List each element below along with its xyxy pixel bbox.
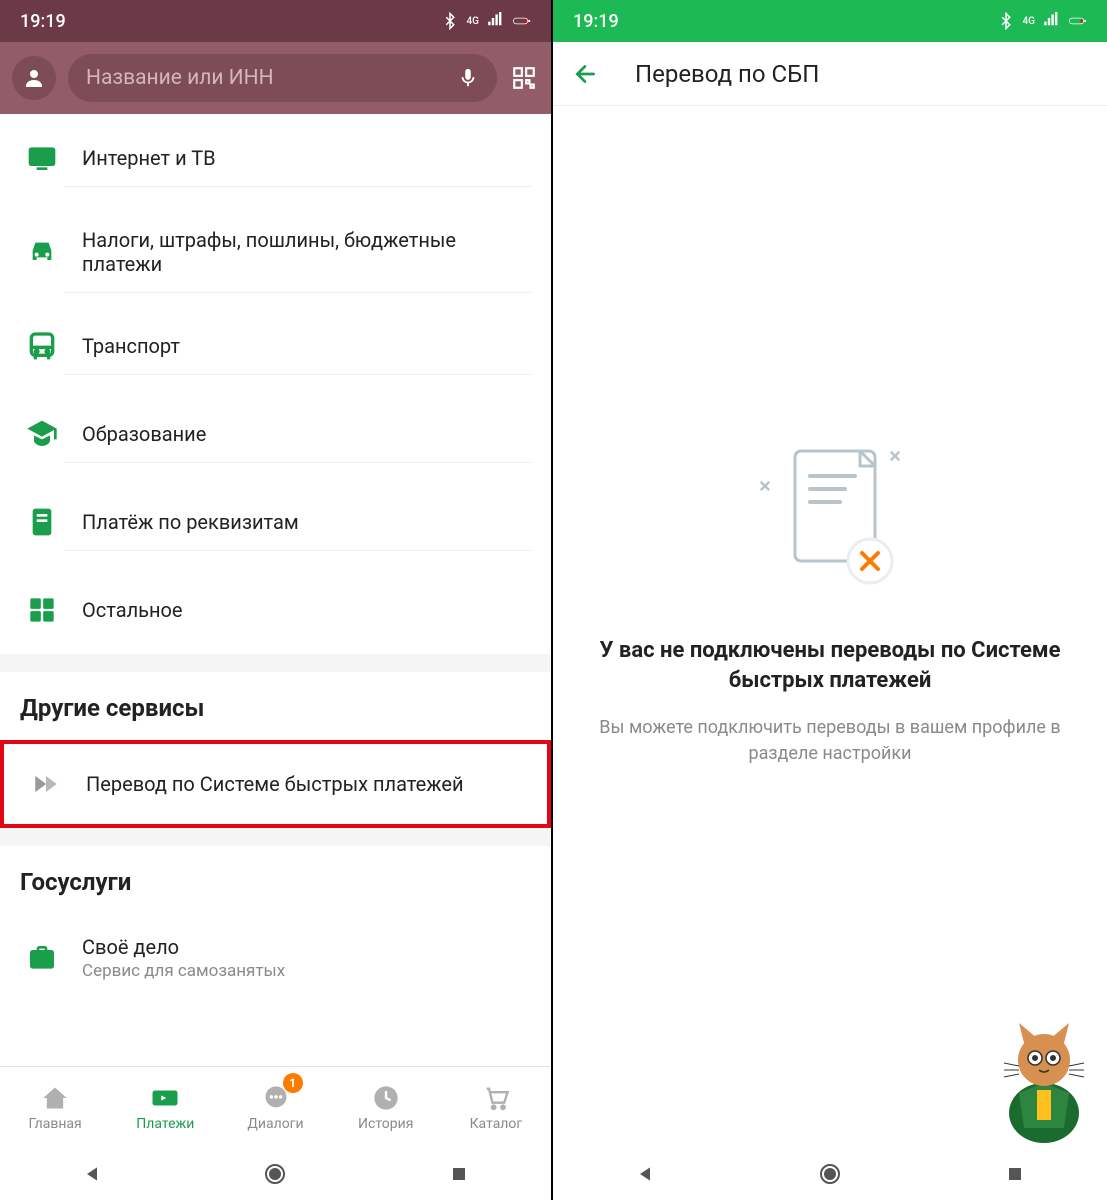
grid-icon [28, 596, 56, 624]
system-recent[interactable] [434, 1165, 484, 1183]
phone-screen-sbp: 19:19 4G Перевод по СБП [553, 0, 1107, 1200]
category-label: Остальное [64, 582, 531, 638]
status-icons: 4G [441, 12, 532, 30]
content-area: Интернет и ТВ Налоги, штрафы, пошлины, б… [0, 114, 551, 1200]
sbp-transfer-item[interactable]: Перевод по Системе быстрых платежей [0, 740, 551, 828]
badge-count: 1 [283, 1073, 303, 1093]
system-back[interactable] [67, 1164, 117, 1184]
nav-label: Платежи [136, 1116, 194, 1132]
back-button[interactable] [573, 61, 599, 87]
nav-label: Каталог [470, 1116, 523, 1132]
nav-label: История [358, 1116, 413, 1132]
page-header: Перевод по СБП [553, 42, 1107, 106]
category-internet-tv[interactable]: Интернет и ТВ [0, 114, 551, 202]
section-gosuslugi: Госуслуги [0, 846, 551, 914]
signal-icon [487, 12, 505, 30]
category-list: Интернет и ТВ Налоги, штрафы, пошлины, б… [0, 114, 551, 654]
page-title: Перевод по СБП [635, 60, 819, 88]
category-education[interactable]: Образование [0, 390, 551, 478]
status-time: 19:19 [573, 11, 619, 32]
system-nav [0, 1148, 551, 1200]
tv-icon [26, 142, 58, 174]
nav-home[interactable]: Главная [0, 1067, 110, 1148]
item-title: Своё дело [82, 935, 531, 959]
category-label: Транспорт [64, 318, 531, 375]
item-subtitle: Сервис для самозанятых [82, 961, 531, 981]
category-transport[interactable]: Транспорт [0, 302, 551, 390]
nav-catalog[interactable]: Каталог [441, 1067, 551, 1148]
self-employed-text: Своё дело Сервис для самозанятых [64, 919, 531, 997]
search-header [0, 42, 551, 114]
qr-scan-button[interactable] [509, 63, 539, 93]
status-time: 19:19 [20, 11, 66, 32]
empty-illustration [745, 446, 915, 596]
clock-icon [372, 1084, 400, 1112]
home-icon [41, 1084, 69, 1112]
status-bar: 19:19 4G [0, 0, 551, 42]
nav-label: Главная [28, 1116, 81, 1132]
category-taxes[interactable]: Налоги, штрафы, пошлины, бюджетные плате… [0, 202, 551, 302]
category-label: Налоги, штрафы, пошлины, бюджетные плате… [64, 212, 531, 293]
nav-label: Диалоги [247, 1116, 303, 1132]
category-label: Образование [64, 406, 531, 463]
arrow-left-icon [573, 61, 599, 87]
system-recent[interactable] [990, 1165, 1040, 1183]
system-nav [553, 1148, 1107, 1200]
mic-icon[interactable] [457, 67, 479, 89]
person-icon [22, 66, 46, 90]
mascot-cat [989, 1018, 1099, 1148]
battery-icon [513, 12, 531, 30]
qr-icon [511, 65, 537, 91]
sbp-icon [30, 768, 62, 800]
profile-button[interactable] [12, 56, 56, 100]
search-input[interactable] [86, 66, 445, 90]
status-icons: 4G [997, 12, 1088, 30]
category-other[interactable]: Остальное [0, 566, 551, 654]
search-field[interactable] [68, 54, 497, 102]
category-label: Платёж по реквизитам [64, 494, 531, 551]
arrow-right-icon [150, 1083, 180, 1113]
bottom-navigation: Главная Платежи 1 Диалоги История Катало… [0, 1066, 551, 1148]
empty-subtitle: Вы можете подключить переводы в вашем пр… [593, 715, 1067, 765]
category-label: Интернет и ТВ [64, 130, 531, 187]
sbp-label: Перевод по Системе быстрых платежей [68, 756, 527, 812]
nav-payments[interactable]: Платежи [110, 1067, 220, 1148]
nav-history[interactable]: История [331, 1067, 441, 1148]
nav-dialogs[interactable]: 1 Диалоги [220, 1067, 330, 1148]
battery-icon [1069, 12, 1087, 30]
car-icon [26, 236, 58, 268]
system-home[interactable] [250, 1162, 300, 1186]
bluetooth-icon [997, 12, 1015, 30]
network-label: 4G [467, 16, 480, 27]
category-requisites[interactable]: Платёж по реквизитам [0, 478, 551, 566]
network-label: 4G [1023, 16, 1036, 27]
section-divider [0, 828, 551, 846]
bus-icon [26, 330, 58, 362]
bluetooth-icon [441, 12, 459, 30]
system-back[interactable] [620, 1164, 670, 1184]
graduation-icon [26, 418, 58, 450]
system-home[interactable] [805, 1162, 855, 1186]
section-divider [0, 654, 551, 672]
briefcase-icon [26, 942, 58, 974]
cart-icon [482, 1084, 510, 1112]
empty-title: У вас не подключены переводы по Системе … [593, 636, 1067, 695]
section-other-services: Другие сервисы [0, 672, 551, 740]
status-bar: 19:19 4G [553, 0, 1107, 42]
self-employed-item[interactable]: Своё дело Сервис для самозанятых [0, 914, 551, 1002]
phone-screen-payments: 19:19 4G Интернет и ТВ Налоги, [0, 0, 553, 1200]
signal-icon [1043, 12, 1061, 30]
document-icon [26, 506, 58, 538]
